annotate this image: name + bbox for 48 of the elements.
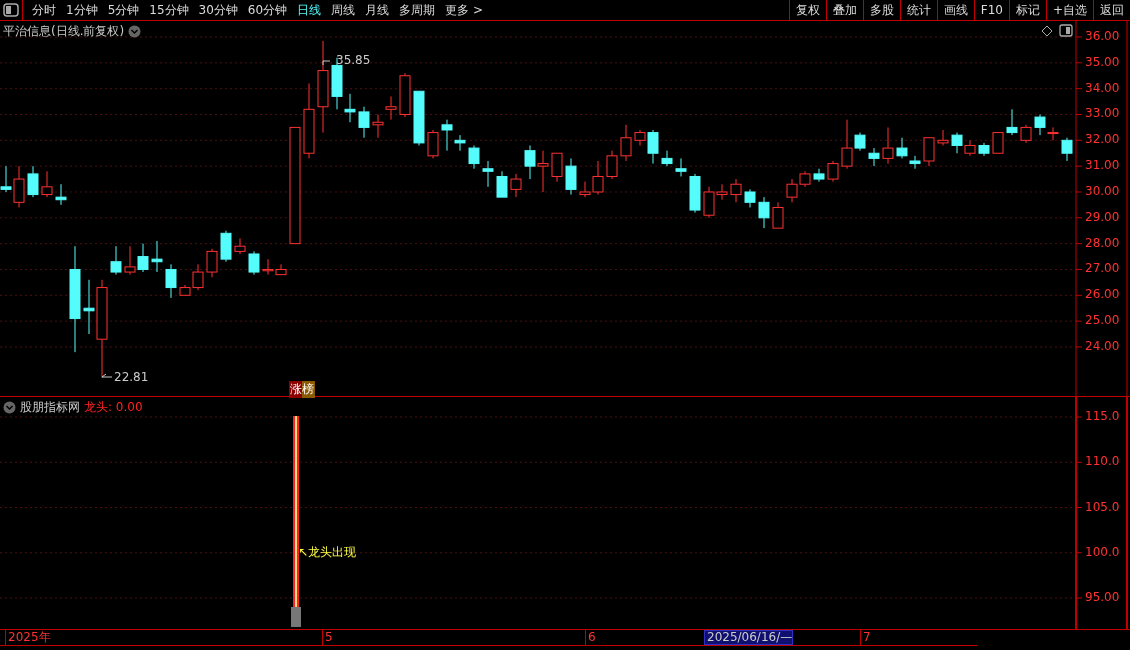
period-tab[interactable]: 15分钟 [144, 1, 194, 19]
price-label: 30.00 [1085, 183, 1120, 198]
panel-toggle-icon[interactable] [0, 0, 23, 20]
price-label: 34.00 [1085, 80, 1120, 95]
chevron-down-icon[interactable] [128, 24, 142, 38]
indicator-label: 100.0 [1085, 544, 1120, 559]
price-label: 33.00 [1085, 106, 1120, 121]
indicator-label: 95.00 [1085, 590, 1120, 604]
low-price-label: 22.81 [114, 370, 149, 384]
price-label: 31.00 [1085, 158, 1120, 173]
date-label: 6 [585, 630, 596, 645]
high-price-label: 35.85 [336, 53, 371, 67]
price-label: 27.00 [1085, 261, 1120, 276]
indicator-label: 115.0 [1085, 409, 1120, 423]
limit-up-badge: 涨榜 [289, 381, 315, 398]
indicator-label: 110.0 [1085, 454, 1120, 469]
leader-line [322, 60, 331, 66]
price-label: 36.00 [1085, 29, 1120, 43]
panel-toggle-icon[interactable] [1059, 24, 1073, 37]
date-label: 2025/06/16/— [704, 630, 794, 645]
chevron-down-icon[interactable] [3, 400, 16, 414]
period-tab[interactable]: 多周期 [394, 1, 441, 19]
price-label: 25.00 [1085, 313, 1120, 328]
period-tab[interactable]: 30分钟 [193, 1, 243, 19]
indicator-title: 股朋指标网 [20, 398, 80, 416]
price-label: 28.00 [1085, 235, 1120, 250]
period-tab[interactable]: 5分钟 [102, 1, 145, 19]
price-label: 35.00 [1085, 54, 1120, 69]
price-label: 32.00 [1085, 132, 1120, 147]
price-label: 24.00 [1085, 338, 1120, 353]
indicator-value: 龙头: 0.00 [84, 398, 143, 416]
price-label: 29.00 [1085, 209, 1120, 224]
indicator-label: 105.0 [1085, 499, 1120, 514]
period-tab[interactable]: 60分钟 [242, 1, 293, 19]
period-tab[interactable]: 1分钟 [61, 1, 103, 19]
period-tab[interactable]: 分时 [27, 1, 61, 19]
date-label: 5 [322, 630, 333, 645]
price-label: 26.00 [1085, 287, 1120, 302]
period-tab[interactable]: 周线 [326, 1, 361, 19]
period-tab[interactable]: 日线 [292, 1, 327, 19]
chart-title: 平治信息(日线.前复权) [3, 22, 125, 40]
leader-line [101, 373, 113, 378]
diamond-icon[interactable] [1041, 25, 1053, 37]
date-label: 2025年 [5, 630, 51, 645]
date-label: 7 [860, 630, 871, 645]
signal-label: ↖龙头出现 [298, 544, 357, 561]
period-tab[interactable]: 月线 [360, 1, 395, 19]
period-tab[interactable]: 更多 > [440, 1, 488, 19]
